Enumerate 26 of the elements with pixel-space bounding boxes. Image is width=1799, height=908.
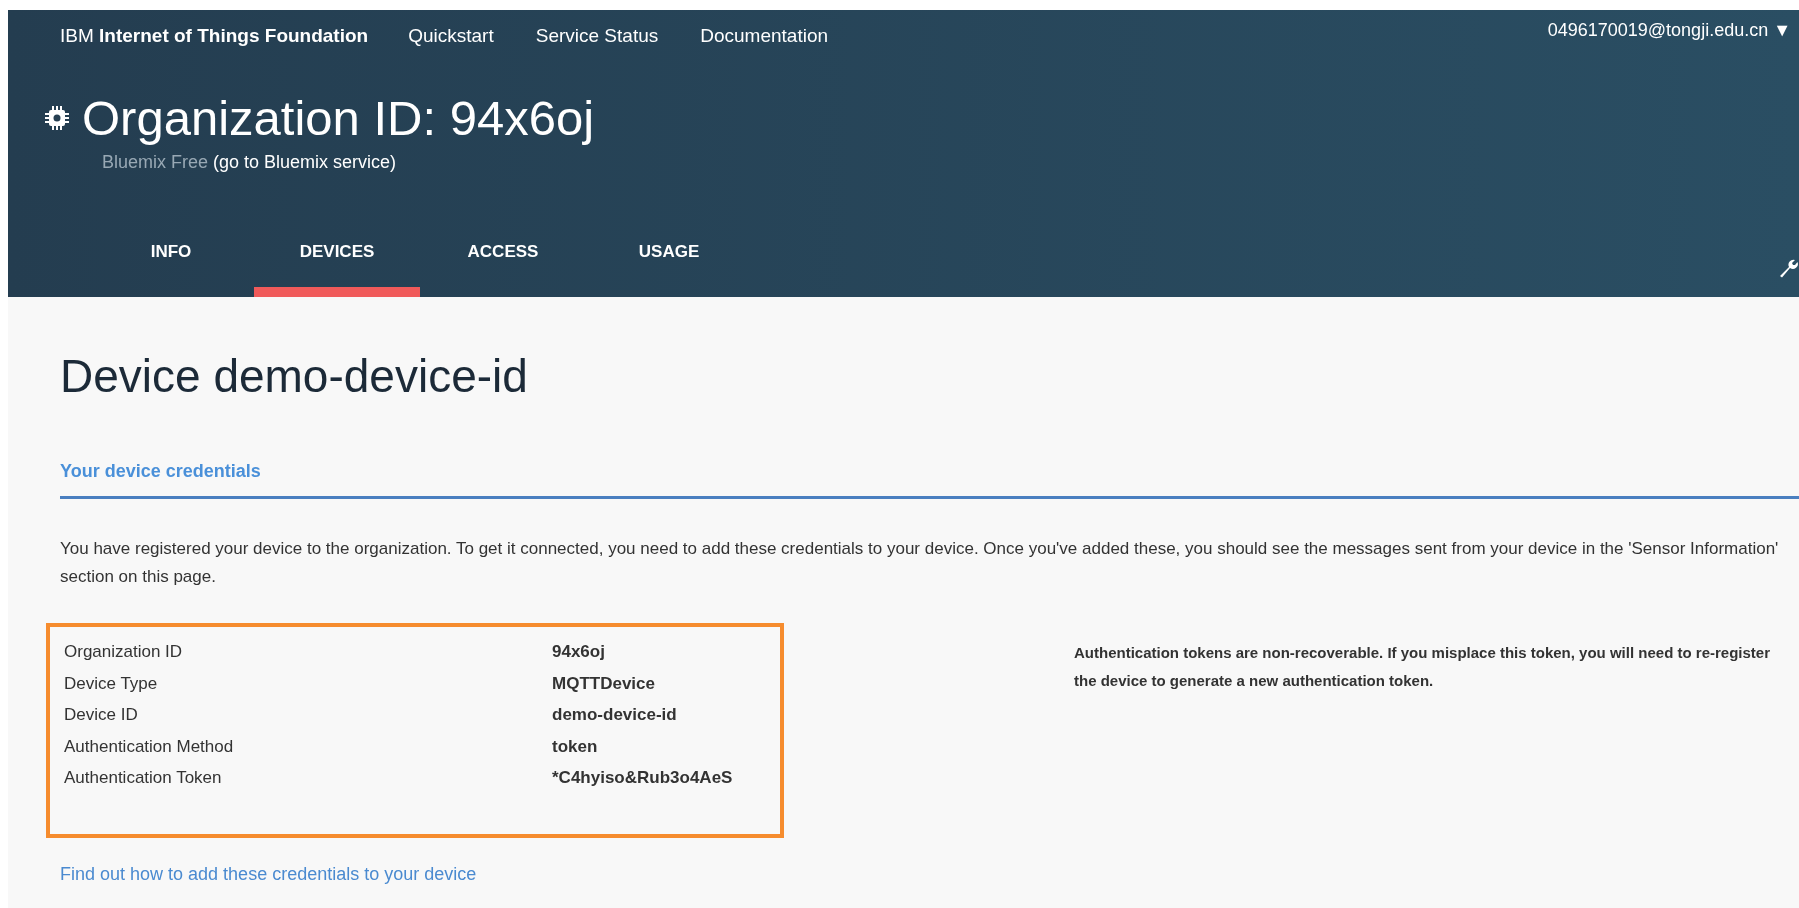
plan-name: Bluemix Free xyxy=(102,152,209,172)
brand-logo-text[interactable]: IBM Internet of Things Foundation xyxy=(60,25,369,47)
credential-label: Authentication Method xyxy=(64,735,235,758)
credential-value: *C4hyiso&Rub3o4AeS xyxy=(552,767,733,789)
credential-label: Device ID xyxy=(64,704,139,726)
token-warning: Authentication tokens are non-recoverable. If you misplace this token, you will need to re-register the device to generate a new authentication token. xyxy=(1074,643,1771,691)
nav-link[interactable]: Service Status xyxy=(535,25,659,47)
credential-label: Organization ID xyxy=(64,641,184,663)
nav-tab[interactable]: USAGE xyxy=(586,219,752,297)
user-menu[interactable]: 0496170019@tongji.edu.cn ▼ xyxy=(1547,19,1791,41)
credential-label: Device Type xyxy=(64,672,159,695)
chip-icon xyxy=(44,105,70,131)
nav-tab[interactable]: ACCESS xyxy=(420,219,586,297)
nav-link[interactable]: Quickstart xyxy=(408,25,494,47)
nav-link[interactable]: Documentation xyxy=(700,25,829,47)
service-link[interactable]: (go to Bluemix service) xyxy=(213,152,397,172)
credential-value: 94x6oj xyxy=(552,641,605,663)
page-title: Device demo-device-id xyxy=(60,349,529,403)
help-link[interactable]: Find out how to add these credentials to your device xyxy=(60,863,1799,885)
intro-paragraph: You have registered your device to the organization. To get it connected, you need to add these credentials to your device. Once you've added these, you should see the messages sent from your device in the 'Sensor Information' section on this page. xyxy=(60,538,1780,588)
nav-tab[interactable]: INFO xyxy=(88,219,254,297)
credential-value: demo-device-id xyxy=(552,704,677,726)
credential-value: token xyxy=(552,735,598,758)
organization-title: Organization ID: 94x6oj xyxy=(82,90,595,146)
credential-label: Authentication Token xyxy=(64,767,223,789)
credential-value: MQTTDevice xyxy=(552,672,655,695)
